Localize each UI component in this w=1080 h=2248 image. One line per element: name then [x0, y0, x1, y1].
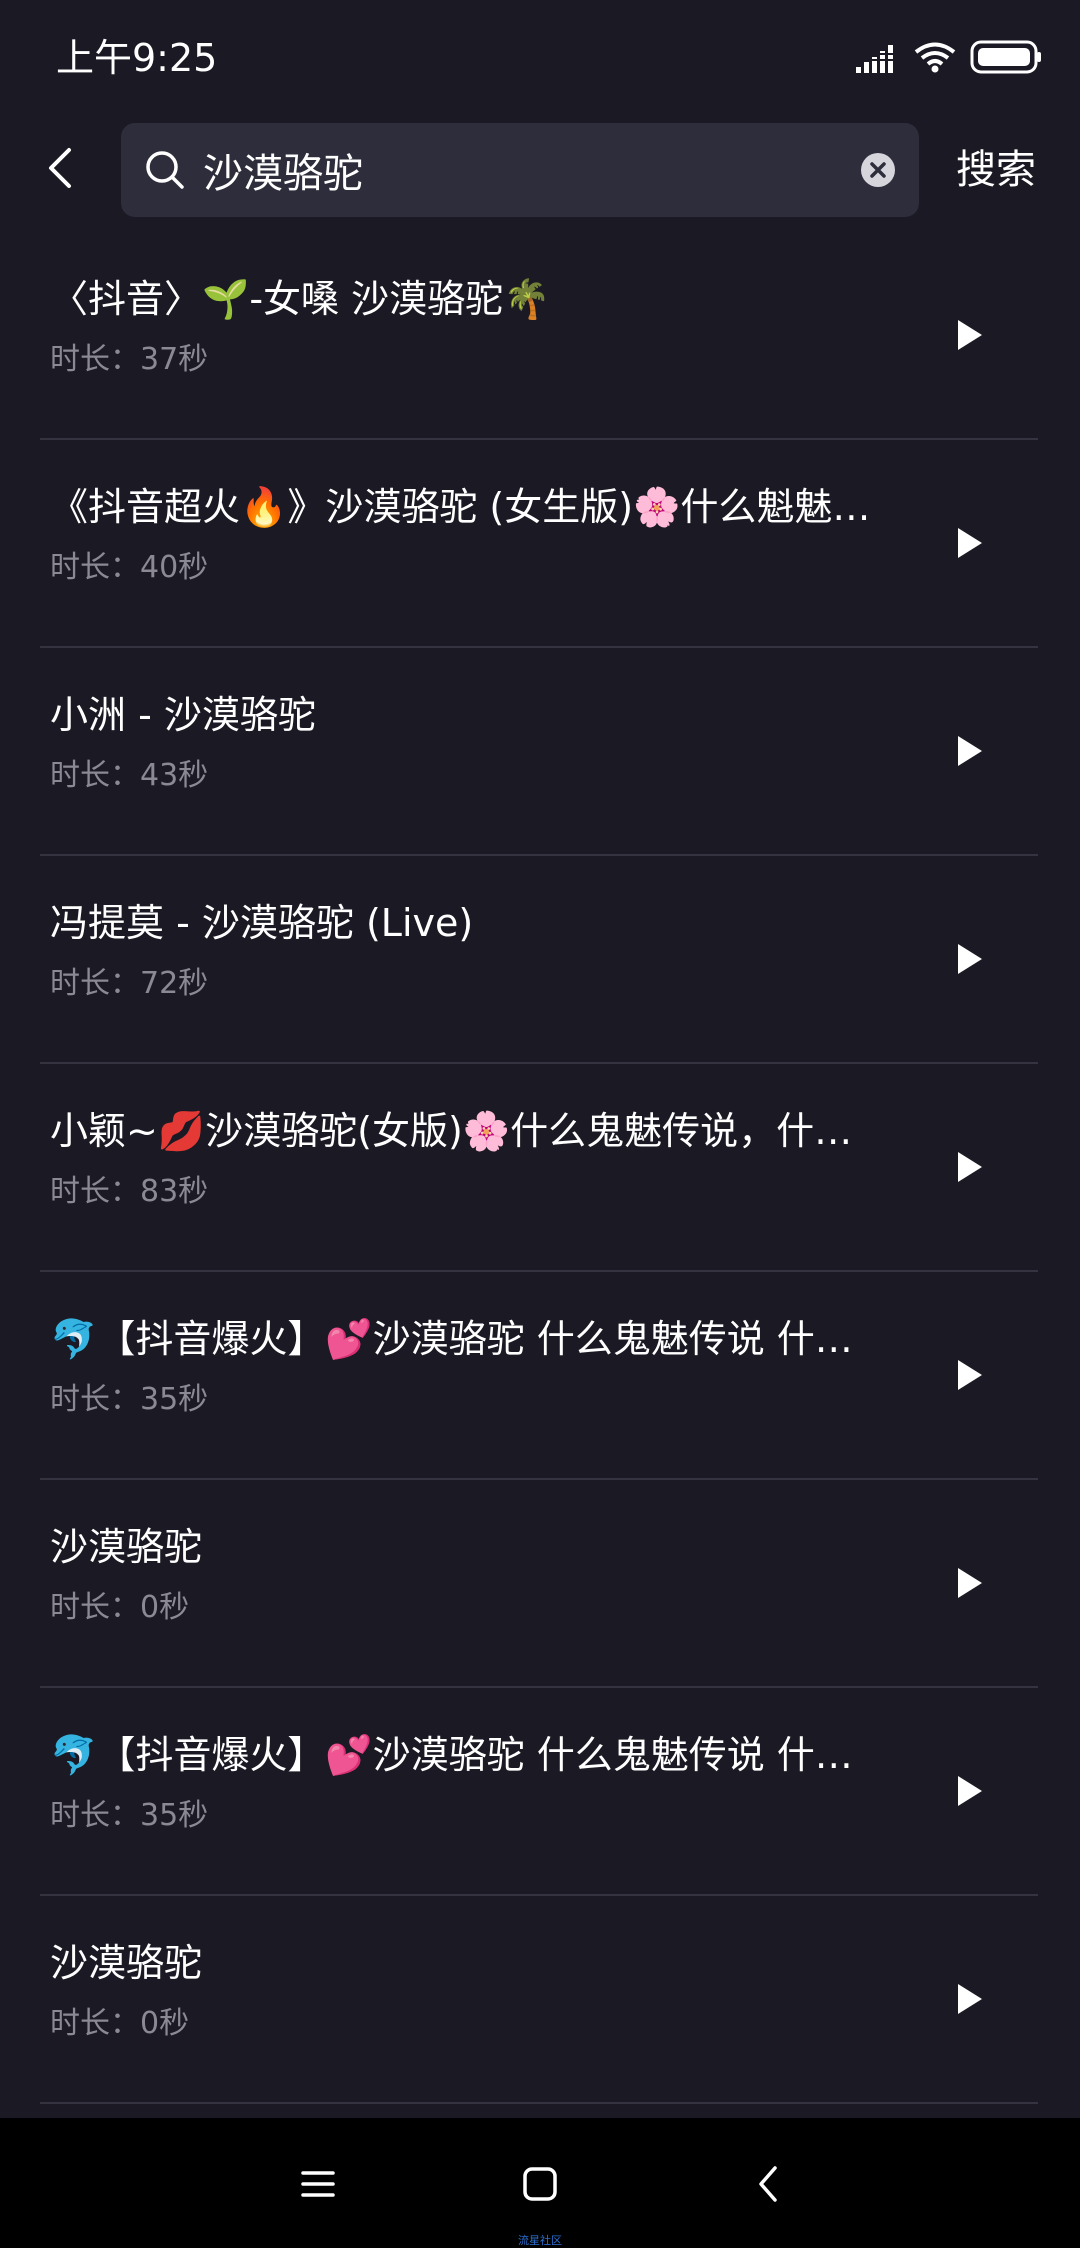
- play-icon[interactable]: [950, 732, 988, 770]
- list-item[interactable]: 小洲 - 沙漠骆驼 时长：43秒: [0, 648, 1080, 856]
- clear-icon[interactable]: [861, 153, 895, 187]
- list-item[interactable]: 🐬【抖音爆火】💕沙漠骆驼 什么鬼魅传说 什么魑魅魍魉 时长：35秒: [0, 1272, 1080, 1480]
- play-icon[interactable]: [950, 1356, 988, 1394]
- chevron-left-icon: [45, 146, 75, 194]
- back-button[interactable]: [30, 138, 90, 202]
- play-icon[interactable]: [950, 1564, 988, 1602]
- song-duration: 时长：0秒: [50, 2006, 190, 2041]
- song-duration: 时长：35秒: [50, 1798, 209, 1833]
- song-duration: 时长：72秒: [50, 966, 209, 1001]
- song-title: 冯提莫 - 沙漠骆驼 (Live): [50, 901, 474, 945]
- home-icon[interactable]: [510, 2154, 570, 2214]
- status-time: 上午9:25: [56, 36, 218, 80]
- song-duration: 时长：40秒: [50, 550, 209, 585]
- result-list: 〈抖音〉🌱-女嗓 沙漠骆驼🌴 时长：37秒 《抖音超火🔥》沙漠骆驼 (女生版)🌸…: [0, 232, 1080, 2104]
- song-title: 🐬【抖音爆火】💕沙漠骆驼 什么鬼魅传说 什么魑魅魍魉: [50, 1733, 880, 1777]
- song-title: 沙漠骆驼: [50, 1525, 203, 1569]
- play-icon[interactable]: [950, 1148, 988, 1186]
- search-box[interactable]: [121, 123, 919, 217]
- song-duration: 时长：83秒: [50, 1174, 209, 1209]
- divider: [40, 2102, 1038, 2104]
- watermark: 流星社区: [518, 2234, 562, 2247]
- song-title: 小颖~💋沙漠骆驼(女版)🌸什么鬼魅传说，什么魑魅魍魉: [50, 1109, 880, 1153]
- system-nav-bar: 流星社区: [0, 2118, 1080, 2248]
- play-icon[interactable]: [950, 524, 988, 562]
- play-icon[interactable]: [950, 1772, 988, 1810]
- song-title: 〈抖音〉🌱-女嗓 沙漠骆驼🌴: [50, 277, 551, 321]
- list-item[interactable]: 《抖音超火🔥》沙漠骆驼 (女生版)🌸什么魁魅传说，什么魂魄 时长：40秒: [0, 440, 1080, 648]
- search-header: 搜索: [0, 120, 1080, 220]
- song-title: 小洲 - 沙漠骆驼: [50, 693, 316, 737]
- back-icon[interactable]: [738, 2154, 798, 2214]
- play-icon[interactable]: [950, 1980, 988, 2018]
- signal-icon: [856, 41, 900, 77]
- play-icon[interactable]: [950, 316, 988, 354]
- search-icon: [143, 148, 187, 192]
- song-duration: 时长：37秒: [50, 342, 209, 377]
- search-button[interactable]: 搜索: [956, 142, 1036, 198]
- list-item[interactable]: 冯提莫 - 沙漠骆驼 (Live) 时长：72秒: [0, 856, 1080, 1064]
- list-item[interactable]: 沙漠骆驼 时长：0秒: [0, 1896, 1080, 2104]
- song-duration: 时长：43秒: [50, 758, 209, 793]
- list-item[interactable]: 〈抖音〉🌱-女嗓 沙漠骆驼🌴 时长：37秒: [0, 232, 1080, 440]
- menu-icon[interactable]: [288, 2154, 348, 2214]
- list-item[interactable]: 小颖~💋沙漠骆驼(女版)🌸什么鬼魅传说，什么魑魅魍魉 时长：83秒: [0, 1064, 1080, 1272]
- song-title: 沙漠骆驼: [50, 1941, 203, 1985]
- status-icons: [842, 40, 1042, 78]
- list-item[interactable]: 沙漠骆驼 时长：0秒: [0, 1480, 1080, 1688]
- song-title: 《抖音超火🔥》沙漠骆驼 (女生版)🌸什么魁魅传说，什么魂魄: [50, 485, 880, 529]
- wifi-icon: [914, 41, 956, 77]
- battery-icon: [970, 40, 1042, 78]
- song-duration: 时长：0秒: [50, 1590, 190, 1625]
- search-input[interactable]: [203, 123, 823, 217]
- list-item[interactable]: 🐬【抖音爆火】💕沙漠骆驼 什么鬼魅传说 什么魑魅魍魉 时长：35秒: [0, 1688, 1080, 1896]
- status-bar: 上午9:25: [0, 0, 1080, 120]
- song-duration: 时长：35秒: [50, 1382, 209, 1417]
- play-icon[interactable]: [950, 940, 988, 978]
- song-title: 🐬【抖音爆火】💕沙漠骆驼 什么鬼魅传说 什么魑魅魍魉: [50, 1317, 880, 1361]
